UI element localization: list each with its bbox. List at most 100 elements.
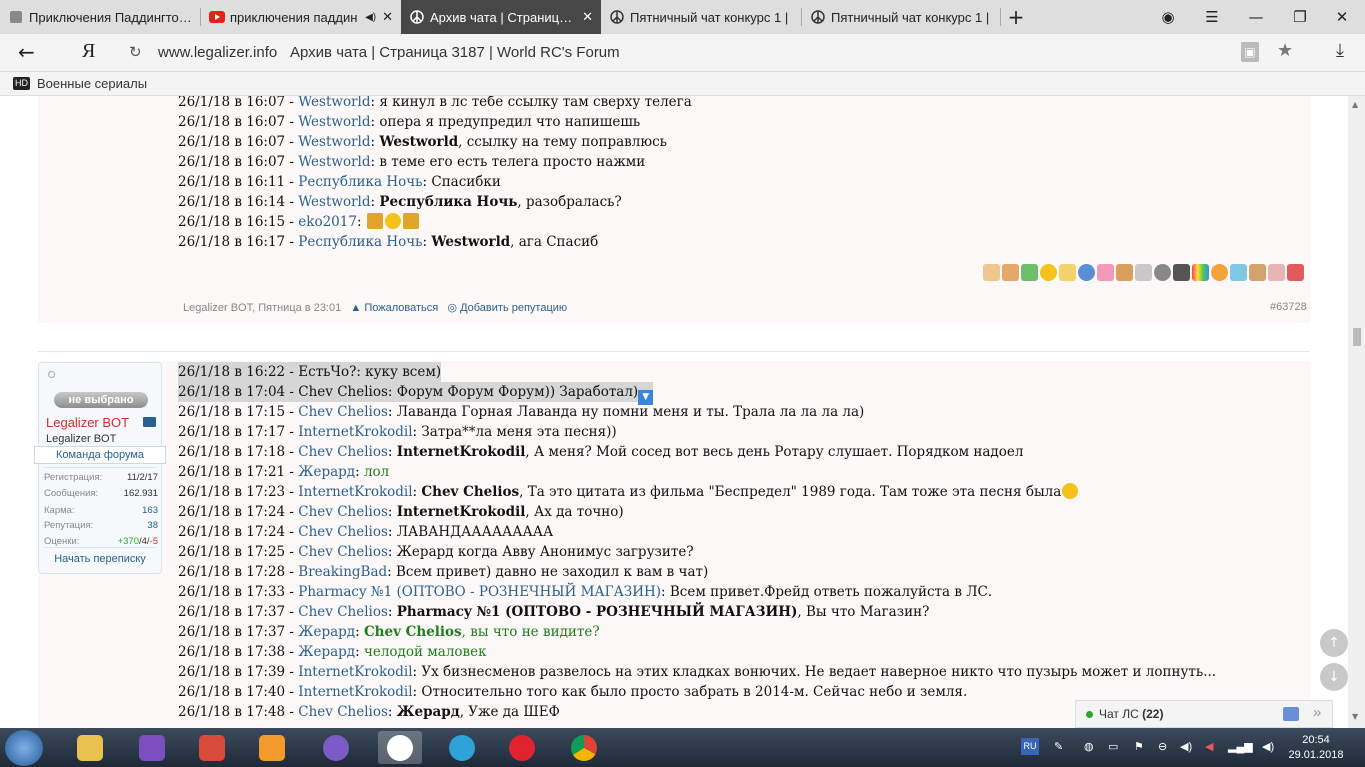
yandex-logo-icon[interactable]: Я [82, 40, 95, 63]
taskbar-app-3[interactable] [190, 731, 234, 764]
new-tab-button[interactable]: + [996, 0, 1036, 34]
url-page-title[interactable]: Архив чата | Страница 3187 | World RC's … [290, 44, 620, 61]
info-icon[interactable] [1078, 264, 1095, 281]
chat-username[interactable]: eko2017 [298, 214, 357, 230]
like-icon[interactable] [983, 264, 1000, 281]
language-indicator[interactable]: RU [1021, 738, 1039, 755]
chat-username[interactable]: Westworld [298, 154, 370, 170]
start-conversation-link[interactable]: Начать переписку [39, 553, 161, 565]
scroll-up-icon[interactable]: ▲ [1352, 100, 1358, 109]
box-icon[interactable] [1249, 264, 1266, 281]
chat-username[interactable]: Chev Chelios [298, 524, 388, 540]
wrench-icon[interactable] [1116, 264, 1133, 281]
chat-username[interactable]: Chev Chelios [298, 444, 388, 460]
taskbar-opera[interactable] [500, 731, 544, 764]
clock-icon[interactable] [1211, 264, 1228, 281]
taskbar-chrome[interactable] [562, 731, 606, 764]
menu-icon[interactable]: ☰ [1192, 0, 1232, 34]
chat-username[interactable]: Жерард [298, 644, 355, 660]
chat-username[interactable]: Chev Chelios [298, 704, 388, 720]
bookmark-item[interactable]: Военные сериалы [37, 76, 147, 91]
question-icon[interactable] [1268, 264, 1285, 281]
system-clock[interactable]: 20:54 29.01.2018 [1286, 733, 1346, 763]
monitor-icon[interactable]: ▭ [1108, 740, 1118, 753]
chat-username[interactable]: Chev Chelios [298, 504, 388, 520]
taskbar-media[interactable] [250, 731, 294, 764]
tab-0[interactable]: Приключения Паддингтона [0, 0, 200, 34]
skull-icon[interactable] [1173, 264, 1190, 281]
chat-username[interactable]: Westworld [298, 114, 370, 130]
username[interactable]: Legalizer BOT [46, 415, 129, 430]
diamond-icon[interactable] [1230, 264, 1247, 281]
smile-icon[interactable] [1040, 264, 1057, 281]
mail-icon[interactable] [143, 417, 156, 427]
tab-2[interactable]: Архив чата | Страница 3 ✕ [401, 0, 601, 34]
chat-username[interactable]: InternetKrokodil [298, 424, 412, 440]
sound-icon[interactable]: ◀) [365, 12, 376, 23]
chat-username[interactable]: Westworld [298, 134, 370, 150]
chevron-right-icon[interactable]: » [1313, 704, 1321, 721]
back-arrow-icon[interactable]: ← [18, 40, 35, 64]
pen-icon[interactable]: ✎ [1054, 740, 1063, 753]
chat-username[interactable]: Chev Chelios [298, 544, 388, 560]
taskbar-yandex[interactable] [378, 731, 422, 764]
lock-icon[interactable]: ▣ [1241, 42, 1259, 62]
heart-icon[interactable] [1097, 264, 1114, 281]
viber-tray-icon[interactable]: ◍ [1084, 740, 1094, 753]
taskbar-telegram[interactable] [440, 731, 484, 764]
star-icon[interactable] [1059, 264, 1076, 281]
rainbow-icon[interactable] [1192, 264, 1209, 281]
start-button[interactable] [5, 730, 43, 766]
chat-username[interactable]: Pharmacy №1 (ОПТОВО - РОЗНЕЧНЫЙ МАГАЗИН) [298, 584, 661, 600]
chat-bubble-icon[interactable] [1283, 707, 1299, 721]
minimize-icon[interactable]: — [1236, 0, 1276, 34]
taskbar-viber[interactable] [314, 731, 358, 764]
close-tab-icon[interactable]: ✕ [382, 9, 393, 25]
chat-username[interactable]: Жерард [298, 624, 355, 640]
flag-icon[interactable]: ⚑ [1134, 740, 1144, 753]
close-tab-icon[interactable]: ✕ [582, 9, 593, 25]
chat-username[interactable]: Республика Ночь [298, 234, 422, 250]
download-icon[interactable]: ⤓ [1336, 40, 1344, 61]
tab-3[interactable]: Пятничный чат конкурс 1 | [601, 0, 801, 34]
chat-username[interactable]: Chev Chelios [298, 404, 388, 420]
dislike-icon[interactable] [1002, 264, 1019, 281]
biohazard-icon[interactable] [1154, 264, 1171, 281]
reload-icon[interactable]: ↻ [129, 43, 142, 61]
chat-username[interactable]: Жерард [298, 464, 355, 480]
chat-username[interactable]: InternetKrokodil [298, 484, 412, 500]
restore-icon[interactable]: ❐ [1280, 0, 1320, 34]
chat-username[interactable]: Westworld [298, 96, 370, 110]
chat-widget[interactable]: Чат ЛС (22) » [1075, 700, 1333, 728]
muted-speaker-icon[interactable]: ◀ [1205, 740, 1213, 753]
network-icon[interactable]: ▂▄▆ [1228, 740, 1253, 753]
scroll-bottom-button[interactable]: ↓ [1320, 663, 1348, 691]
url-domain[interactable]: www.legalizer.info [158, 44, 277, 61]
taskbar-visual-studio[interactable] [130, 731, 174, 764]
vertical-scrollbar[interactable]: ▲ ▼ [1348, 96, 1365, 728]
minus-icon[interactable]: ⊖ [1158, 740, 1167, 753]
chat-username[interactable]: Chev Chelios [298, 604, 388, 620]
chat-username[interactable]: Westworld [298, 194, 370, 210]
tab-4[interactable]: Пятничный чат конкурс 1 | [802, 0, 1000, 34]
close-window-icon[interactable]: ✕ [1322, 0, 1362, 34]
cross-icon[interactable] [1287, 264, 1304, 281]
speaker-icon[interactable]: ◀) [1180, 740, 1192, 753]
syringe-icon[interactable] [1135, 264, 1152, 281]
scroll-thumb[interactable] [1353, 328, 1361, 346]
check-icon[interactable] [1021, 264, 1038, 281]
taskbar-explorer[interactable] [68, 731, 112, 764]
volume-icon[interactable]: ◀) [1262, 740, 1274, 753]
scroll-top-button[interactable]: ↑ [1320, 629, 1348, 657]
chat-username[interactable]: InternetKrokodil [298, 664, 412, 680]
chat-username[interactable]: BreakingBad [298, 564, 387, 580]
post-number[interactable]: #63728 [1270, 301, 1307, 313]
scroll-down-icon[interactable]: ▼ [1352, 712, 1358, 721]
bookmark-star-icon[interactable]: ★ [1277, 40, 1293, 61]
chat-username[interactable]: Республика Ночь [298, 174, 422, 190]
chat-username[interactable]: InternetKrokodil [298, 684, 412, 700]
report-link[interactable]: Пожаловаться [364, 302, 438, 314]
add-reputation-link[interactable]: Добавить репутацию [460, 302, 567, 314]
account-icon[interactable]: ◉ [1148, 0, 1188, 34]
tab-1[interactable]: приключения паддин ◀) ✕ [201, 0, 401, 34]
